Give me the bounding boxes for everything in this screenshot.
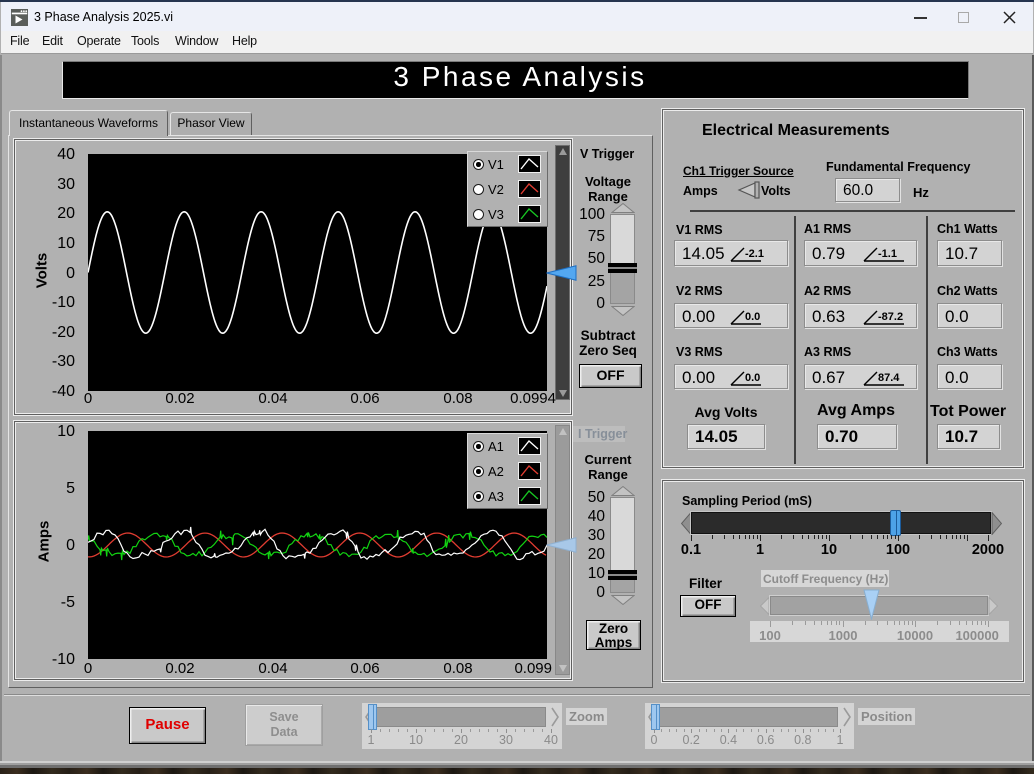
svg-text:87.4: 87.4: [878, 372, 900, 384]
svg-text:-2.1: -2.1: [745, 248, 764, 260]
svg-text:0.0: 0.0: [745, 372, 760, 384]
svg-text:0.0: 0.0: [745, 311, 760, 323]
svg-text:-1.1: -1.1: [878, 248, 897, 260]
svg-text:-87.2: -87.2: [878, 311, 903, 323]
